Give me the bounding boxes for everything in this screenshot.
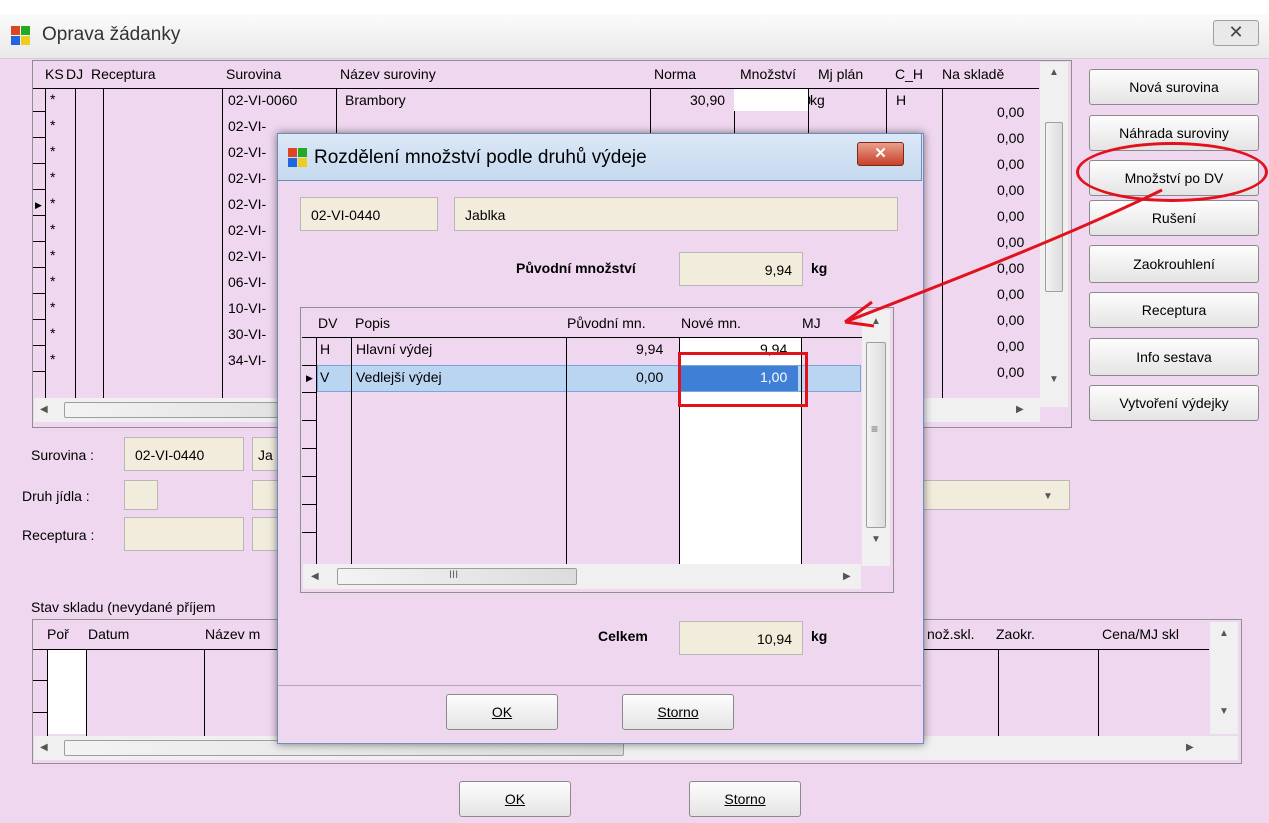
annotation-arrow	[844, 188, 1163, 324]
annotation-arrow-layer	[844, 188, 1163, 328]
